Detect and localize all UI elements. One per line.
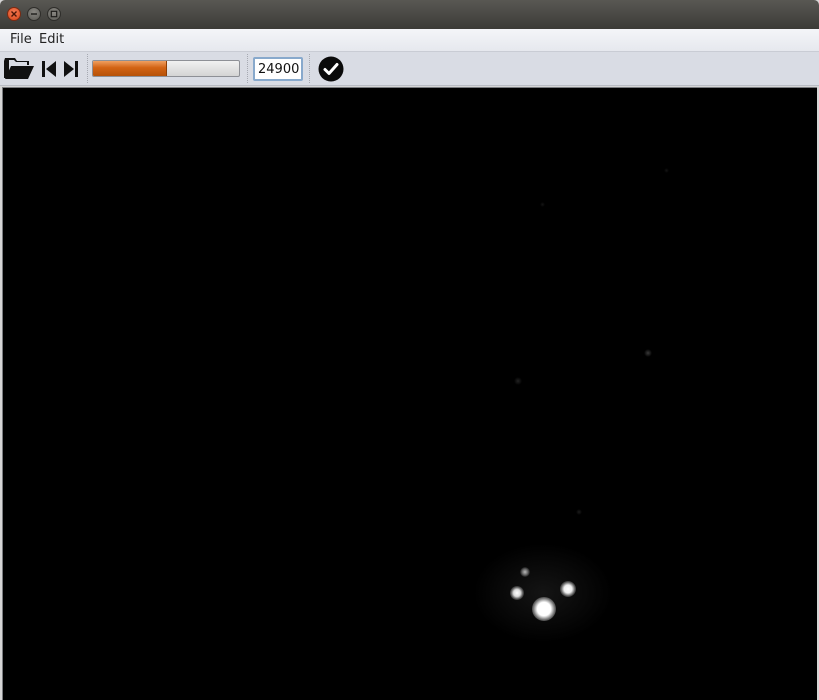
bright-spot (510, 586, 524, 600)
bright-spot (532, 597, 556, 621)
skip-back-icon[interactable] (41, 60, 57, 78)
bright-spot (560, 581, 576, 597)
close-icon[interactable] (7, 7, 21, 21)
progress-bar (92, 60, 240, 77)
title-bar (0, 0, 819, 29)
faint-spot (664, 168, 669, 173)
faint-spot (514, 377, 522, 385)
toolbar-separator (247, 54, 248, 83)
glow (473, 543, 613, 643)
frame-number-input[interactable] (253, 57, 303, 81)
menu-bar: File Edit (0, 29, 819, 52)
faint-spot (540, 202, 545, 207)
maximize-icon[interactable] (47, 7, 61, 21)
checkmark-circle-icon[interactable] (318, 56, 344, 82)
bright-spot (520, 567, 530, 577)
toolbar-separator (309, 54, 310, 83)
progress-bar-fill (93, 61, 167, 76)
minimize-icon[interactable] (27, 7, 41, 21)
faint-spot (644, 349, 652, 357)
image-viewport[interactable] (2, 87, 817, 700)
folder-open-icon[interactable] (3, 56, 35, 81)
toolbar-separator (87, 54, 88, 83)
faint-spot (576, 509, 582, 515)
toolbar (0, 52, 819, 86)
menu-edit[interactable]: Edit (39, 32, 64, 47)
skip-forward-icon[interactable] (63, 60, 79, 78)
menu-file[interactable]: File (10, 32, 32, 47)
